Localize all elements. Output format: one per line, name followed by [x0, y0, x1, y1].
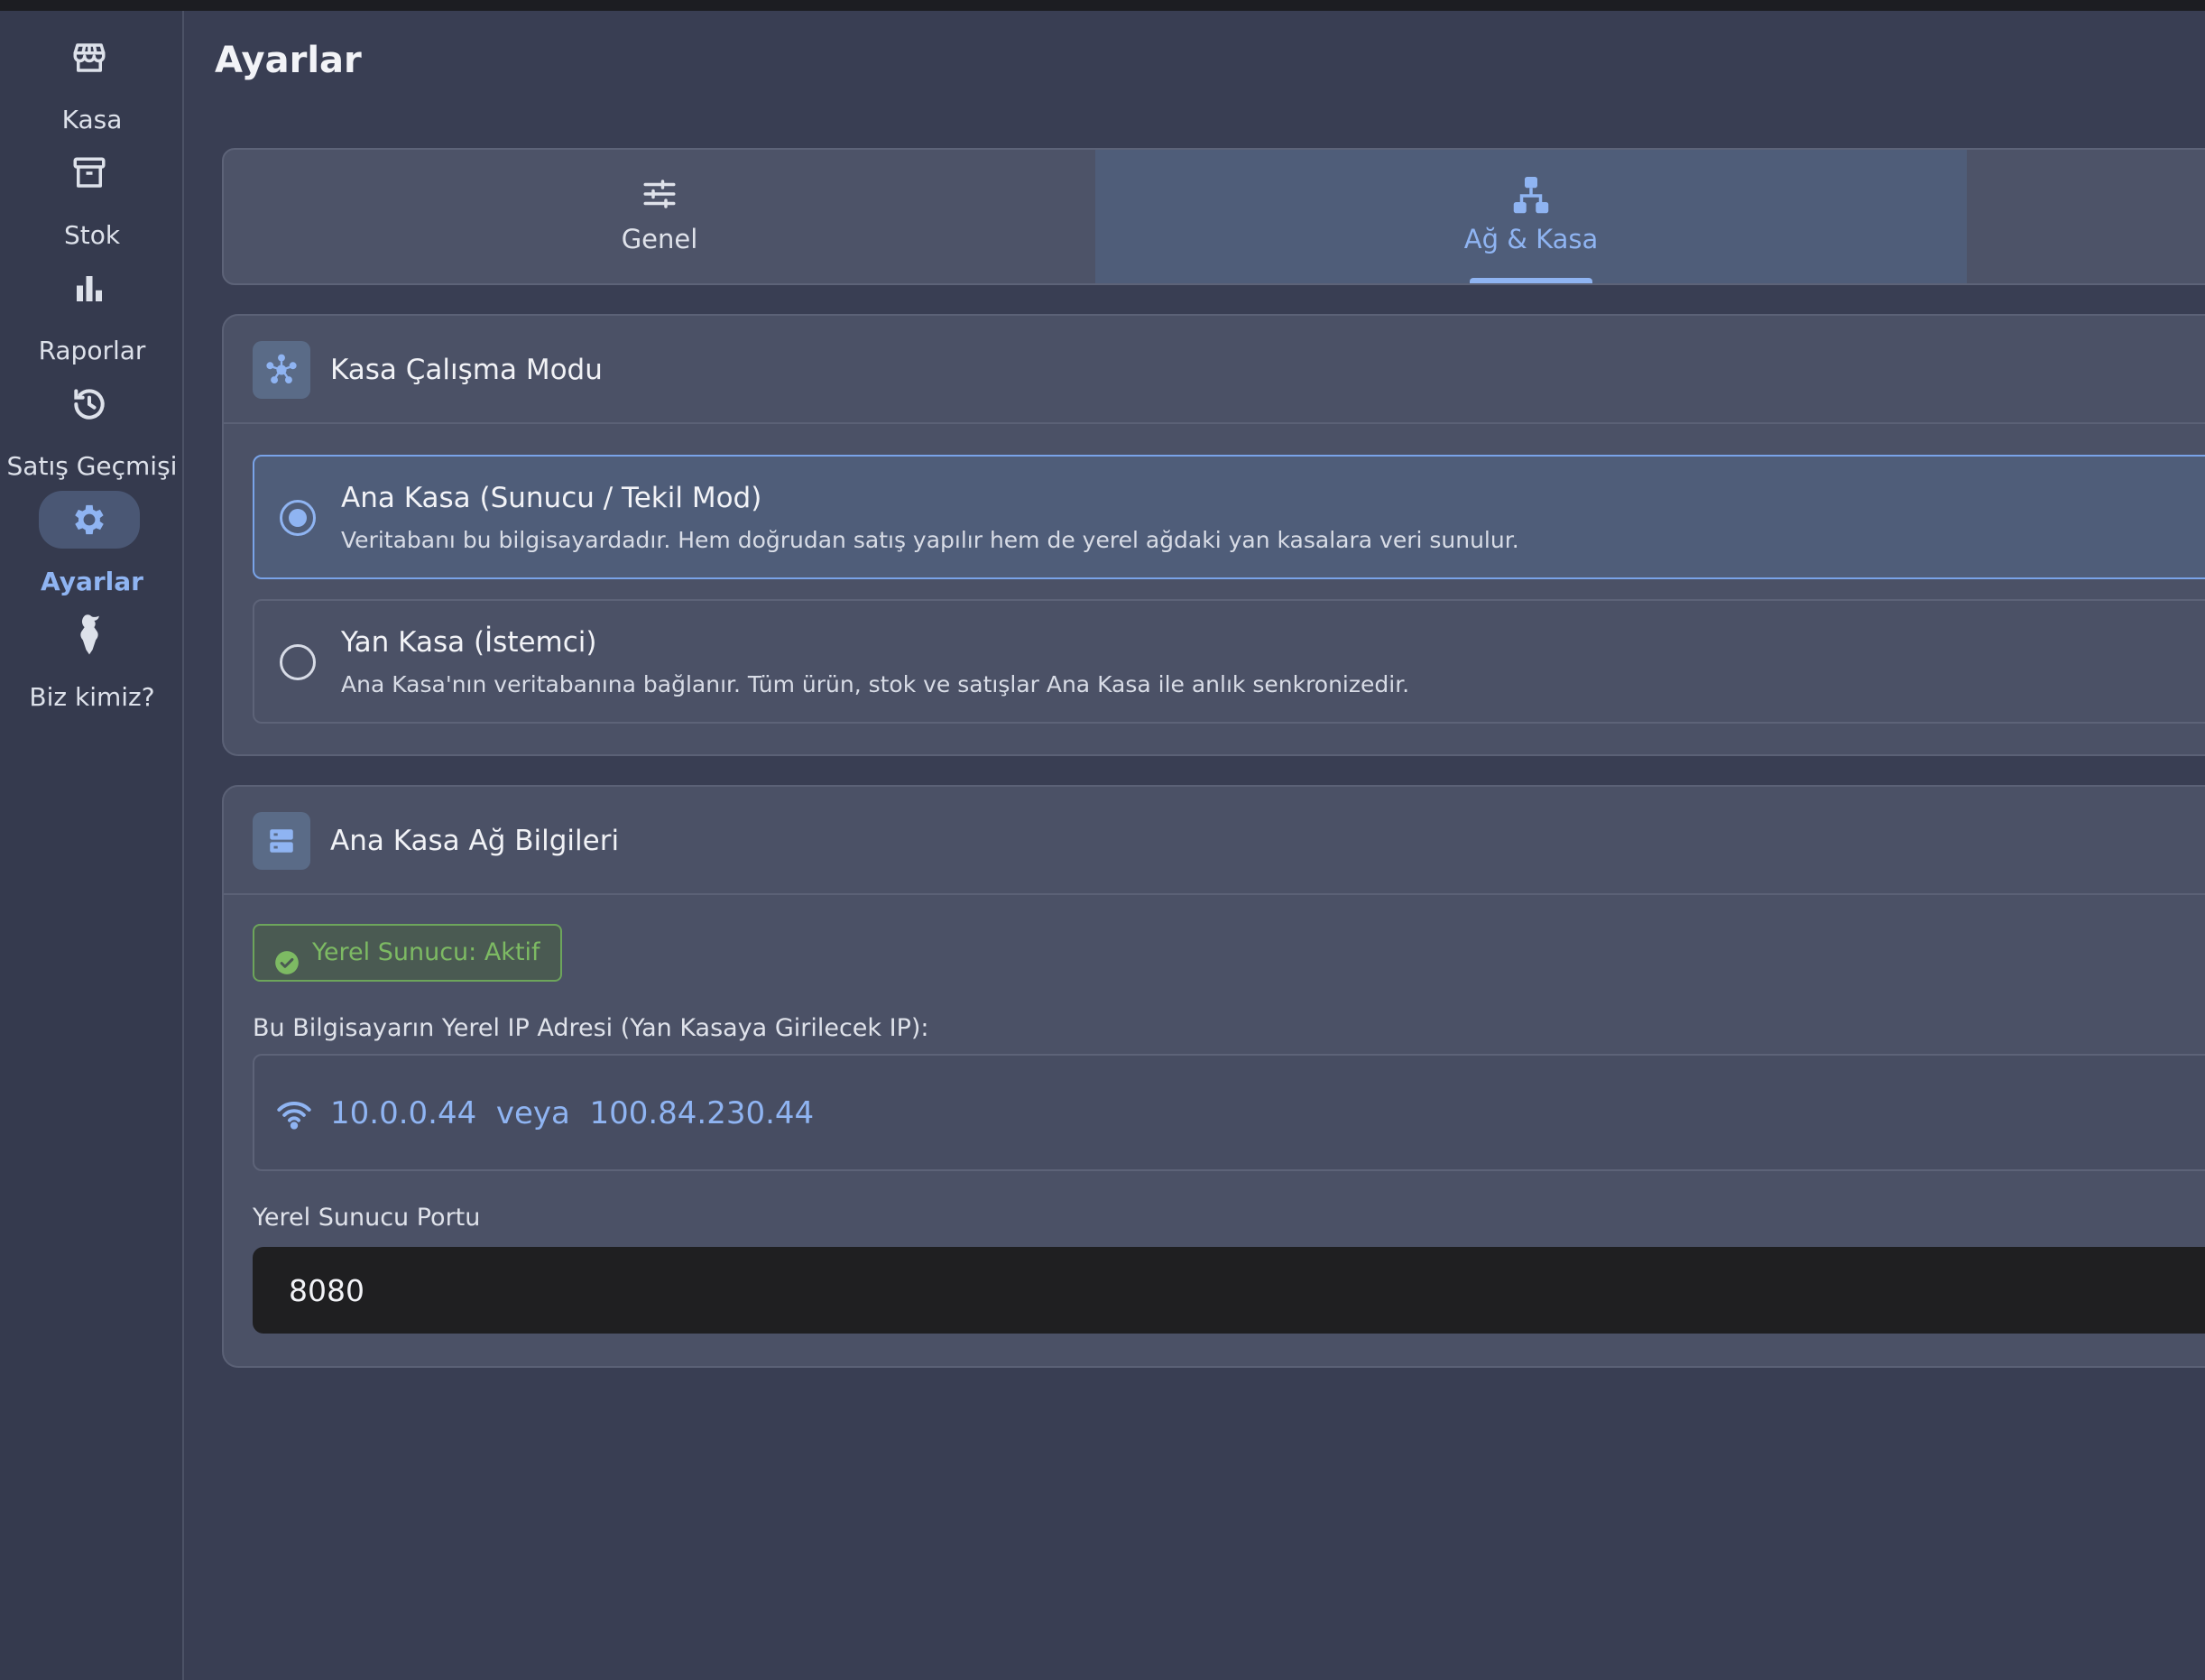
sidebar-item-raporlar[interactable]: Raporlar: [0, 258, 184, 365]
option-description: Veritabanı bu bilgisayardadır. Hem doğru…: [341, 527, 1519, 553]
sidebar-item-label: Kasa: [61, 105, 123, 134]
port-label: Yerel Sunucu Portu: [253, 1204, 481, 1232]
mode-card: Kasa Çalışma Modu Ana Kasa (Sunucu / Tek…: [222, 314, 2205, 756]
gear-icon: [39, 491, 140, 549]
goat-logo-icon: [56, 614, 123, 657]
mode-option-yan-kasa[interactable]: Yan Kasa (İstemci) Ana Kasa'nın veritaba…: [253, 599, 2205, 724]
archive-icon: [56, 152, 123, 195]
sidebar-item-label: Biz kimiz?: [29, 682, 155, 712]
radio-button-selected[interactable]: [280, 500, 316, 536]
server-icon: [253, 812, 310, 870]
hub-icon: [253, 341, 310, 399]
radio-button[interactable]: [280, 644, 316, 680]
sidebar-item-biz-kimiz[interactable]: Biz kimiz?: [0, 605, 184, 712]
sidebar-item-label: Ayarlar: [41, 567, 143, 596]
sidebar-item-label: Satış Geçmişi: [6, 451, 178, 481]
ip-address-text: 10.0.0.44 veya 100.84.230.44: [330, 1095, 815, 1131]
sidebar-item-ayarlar[interactable]: Ayarlar: [0, 489, 184, 596]
sidebar: Kasa Stok Raporlar Satış Geçmişi Ayarlar…: [0, 11, 184, 1680]
sidebar-item-label: Stok: [63, 220, 121, 250]
card-title: Kasa Çalışma Modu: [330, 354, 603, 386]
history-icon: [56, 383, 123, 426]
page-title: Ayarlar: [215, 40, 362, 81]
network-icon: [1095, 175, 1967, 217]
card-title: Ana Kasa Ağ Bilgileri: [330, 825, 620, 857]
card-header: Kasa Çalışma Modu: [224, 316, 2205, 424]
option-description: Ana Kasa'nın veritabanına bağlanır. Tüm …: [341, 671, 1410, 697]
active-tab-indicator: [1470, 278, 1592, 283]
wifi-icon: [276, 1099, 312, 1133]
bar-chart-icon: [56, 267, 123, 310]
sidebar-item-kasa[interactable]: Kasa: [0, 27, 184, 134]
port-input[interactable]: [253, 1247, 2205, 1334]
card-header: Ana Kasa Ağ Bilgileri: [224, 787, 2205, 895]
status-badge: Yerel Sunucu: Aktif: [253, 924, 562, 982]
store-icon: [56, 36, 123, 79]
status-text: Yerel Sunucu: Aktif: [312, 938, 540, 966]
sliders-icon: [224, 175, 1095, 213]
sidebar-item-satis-gecmisi[interactable]: Satış Geçmişi: [0, 374, 184, 481]
tab-ag-kasa[interactable]: Ağ & Kasa: [1095, 150, 1967, 283]
tab-genel[interactable]: Genel: [224, 150, 1095, 283]
tab-label: Ağ & Kasa: [1463, 224, 1599, 254]
tab-label: Genel: [621, 224, 698, 254]
ip-label: Bu Bilgisayarın Yerel IP Adresi (Yan Kas…: [253, 1014, 929, 1042]
network-card: Ana Kasa Ağ Bilgileri Yerel Sunucu: Akti…: [222, 785, 2205, 1368]
ip-address-box: 10.0.0.44 veya 100.84.230.44: [253, 1054, 2205, 1171]
option-title: Ana Kasa (Sunucu / Tekil Mod): [341, 482, 762, 514]
sidebar-item-label: Raporlar: [38, 336, 146, 365]
window-top-bar: [0, 0, 2205, 11]
mode-option-ana-kasa[interactable]: Ana Kasa (Sunucu / Tekil Mod) Veritabanı…: [253, 455, 2205, 579]
option-title: Yan Kasa (İstemci): [341, 626, 597, 659]
sidebar-item-stok[interactable]: Stok: [0, 143, 184, 250]
check-circle-icon: [274, 941, 300, 995]
settings-tabs: Genel Ağ & Kasa: [222, 148, 2205, 285]
